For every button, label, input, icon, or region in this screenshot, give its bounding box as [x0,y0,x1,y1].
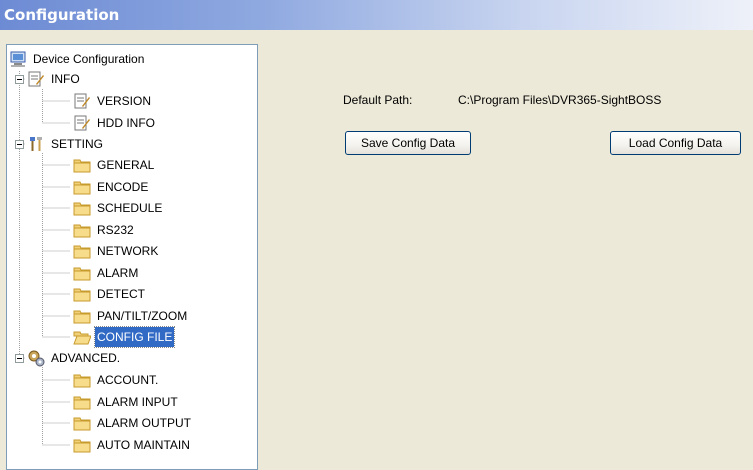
collapse-setting-toggle[interactable] [15,140,24,149]
save-config-button[interactable]: Save Config Data [345,131,471,155]
folder-icon [73,181,91,195]
folder-icon [73,159,91,173]
folder-icon [73,267,91,281]
tree-item-label: DETECT [97,287,145,301]
folder-icon [73,417,91,431]
tree-item-label: VERSION [97,94,152,108]
tree-item-label: SCHEDULE [97,201,163,215]
document-edit-icon [74,115,90,131]
folder-icon [73,396,91,410]
tree-item-label: ACCOUNT. [97,373,159,387]
folder-icon [73,224,91,238]
tree-item-label: RS232 [97,223,134,237]
tree-item-label: ALARM [97,266,139,280]
gears-icon [28,350,45,367]
folder-icon [73,310,91,324]
tree-item-label: ALARM INPUT [97,395,178,409]
tree-item-label: ENCODE [97,180,149,194]
tree-item-label: ADVANCED. [51,351,121,365]
tools-icon [30,137,42,151]
folder-open-icon [73,331,91,345]
tree-item-label: HDD INFO [97,116,155,130]
tree-item-label: Device Configuration [33,52,145,66]
folder-icon [73,374,91,388]
tree-item-label: AUTO MAINTAIN [97,438,190,452]
info-document-icon [28,71,44,87]
tree-item-label: CONFIG FILE [93,326,176,348]
tree-item-label: INFO [51,72,80,86]
tree-item-label: NETWORK [97,244,159,258]
title-bar: Configuration [0,0,753,30]
tree-item-label: ALARM OUTPUT [97,416,192,430]
folder-icon [73,288,91,302]
window-title: Configuration [4,6,120,24]
config-tree[interactable]: Device Configuration INFO VERSION HDD IN… [6,44,258,470]
default-path-label: Default Path: [343,93,413,107]
folder-icon [73,245,91,259]
document-edit-icon [74,93,90,109]
computer-icon [10,51,26,67]
collapse-advanced-toggle[interactable] [15,354,24,363]
tree-item-label: GENERAL [97,158,155,172]
tree-item-label: PAN/TILT/ZOOM [97,309,188,323]
collapse-info-toggle[interactable] [15,75,24,84]
default-path-value: C:\Program Files\DVR365-SightBOSS [458,93,662,107]
folder-icon [73,202,91,216]
folder-icon [73,439,91,453]
tree-item-label: SETTING [51,137,104,151]
load-config-button[interactable]: Load Config Data [610,131,741,155]
